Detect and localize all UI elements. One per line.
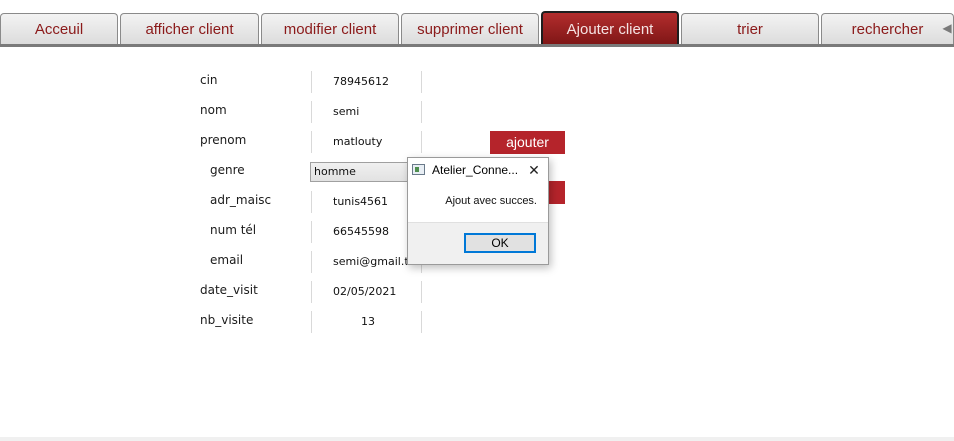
tab-modifier-client[interactable]: modifier client <box>261 13 399 44</box>
triangle-left-icon[interactable]: ◀ <box>940 20 954 36</box>
dialog-message: Ajout avec succes. <box>445 195 537 207</box>
label-prenom: prenom <box>200 133 247 147</box>
prenom-field[interactable]: matlouty <box>311 131 422 153</box>
adr-maisc-field[interactable]: tunis4561 <box>311 191 422 213</box>
date-visit-field[interactable]: 02/05/2021 <box>311 281 422 303</box>
label-num-tel: num tél <box>210 223 257 237</box>
ok-button[interactable]: OK <box>464 233 536 253</box>
label-adr-maisc: adr_maisc <box>210 193 272 207</box>
window-icon <box>412 164 425 175</box>
nb-visite-field[interactable]: 13 <box>311 311 422 333</box>
label-email: email <box>210 253 244 267</box>
dialog-title-bar: Atelier_Conne... ✕ <box>408 158 548 184</box>
cin-field[interactable]: 78945612 <box>311 71 422 93</box>
close-icon[interactable]: ✕ <box>524 161 544 181</box>
label-nb-visite: nb_visite <box>200 313 254 327</box>
label-nom: nom <box>200 103 227 117</box>
status-bar <box>0 437 954 441</box>
dialog-title: Atelier_Conne... <box>432 163 519 177</box>
nom-field[interactable]: semi <box>311 101 422 123</box>
label-date-visit: date_visit <box>200 283 258 297</box>
ajouter-button[interactable]: ajouter <box>490 131 565 154</box>
tab-rechercher[interactable]: rechercher <box>821 13 954 44</box>
dialog-footer: OK <box>408 222 548 264</box>
genre-select[interactable]: homme <box>310 162 410 182</box>
tab-bar-divider <box>0 44 954 47</box>
email-field[interactable]: semi@gmail.tn <box>311 251 422 273</box>
tab-supprimer-client[interactable]: supprimer client <box>401 13 539 44</box>
num-tel-field[interactable]: 66545598 <box>311 221 422 243</box>
tab-ajouter-client[interactable]: Ajouter client <box>541 11 679 45</box>
tab-afficher-client[interactable]: afficher client <box>120 13 259 44</box>
tab-acceuil[interactable]: Acceuil <box>0 13 118 44</box>
message-dialog: Atelier_Conne... ✕ Ajout avec succes. OK <box>407 157 549 265</box>
tab-bar: Acceuil afficher client modifier client … <box>0 0 954 50</box>
label-cin: cin <box>200 73 218 87</box>
tab-trier[interactable]: trier <box>681 13 819 44</box>
label-genre: genre <box>210 163 245 177</box>
